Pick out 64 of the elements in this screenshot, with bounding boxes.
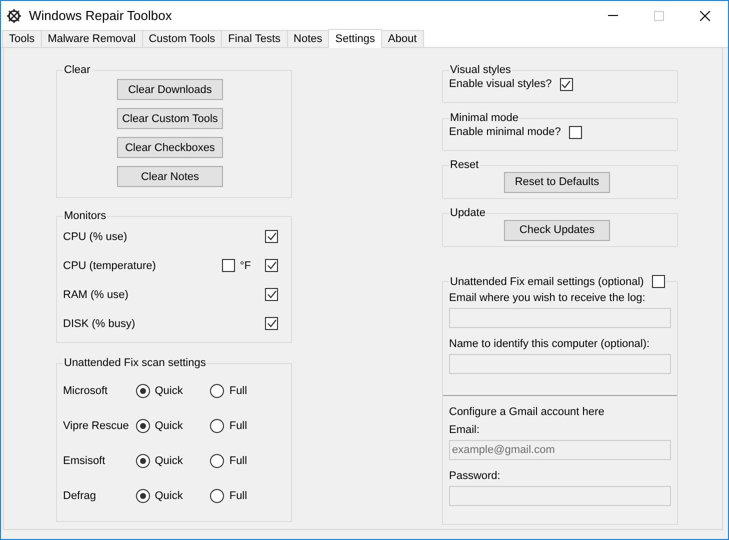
tab[interactable]: Malware Removal bbox=[40, 30, 143, 47]
scanner-label: Microsoft bbox=[63, 384, 109, 396]
enable-checkbox[interactable] bbox=[652, 275, 665, 288]
reset-button[interactable]: Reset to Defaults bbox=[504, 172, 610, 192]
window-title: Windows Repair Toolbox bbox=[29, 8, 173, 23]
clear-button[interactable]: Clear Checkboxes bbox=[117, 137, 223, 158]
group-title: Clear bbox=[63, 64, 92, 76]
group-title: Unattended Fix email settings (optional) bbox=[450, 276, 644, 288]
tab[interactable]: Notes bbox=[286, 30, 330, 47]
radio-button[interactable] bbox=[210, 454, 224, 468]
tab[interactable]: Final Tests bbox=[221, 30, 288, 47]
monitor-label: CPU (% use) bbox=[63, 230, 128, 242]
clear-button[interactable]: Clear Downloads bbox=[117, 79, 223, 100]
radio-label: Quick bbox=[154, 490, 183, 502]
field-label: Email: bbox=[449, 424, 480, 436]
radio-label: Quick bbox=[154, 420, 183, 432]
close-icon[interactable] bbox=[700, 10, 710, 20]
check-updates-button[interactable]: Check Updates bbox=[504, 220, 610, 240]
radio-label: Full bbox=[229, 490, 248, 502]
radio-button[interactable] bbox=[136, 418, 150, 432]
monitor-label: CPU (temperature) bbox=[63, 260, 156, 272]
field-label: Name to identify this computer (optional): bbox=[449, 338, 650, 350]
group-title: Minimal mode bbox=[449, 112, 520, 124]
group-title: Reset bbox=[449, 159, 480, 171]
radio-label: Quick bbox=[154, 384, 183, 396]
field-label: Password: bbox=[449, 470, 500, 482]
scanner-label: Defrag bbox=[63, 490, 98, 502]
radio-button[interactable] bbox=[136, 384, 150, 398]
monitor-label: RAM (% use) bbox=[63, 288, 128, 300]
monitor-checkbox[interactable] bbox=[265, 317, 278, 330]
option-checkbox[interactable] bbox=[568, 126, 582, 138]
radio-label: Full bbox=[229, 420, 248, 432]
clear-button[interactable]: Clear Custom Tools bbox=[117, 108, 223, 129]
radio-button[interactable] bbox=[136, 488, 150, 502]
option-label: Enable visual styles? bbox=[449, 78, 552, 90]
monitor-checkbox[interactable] bbox=[265, 230, 278, 243]
section-heading: Configure a Gmail account here bbox=[449, 406, 606, 418]
monitor-label: DISK (% busy) bbox=[63, 318, 136, 330]
radio-button[interactable] bbox=[136, 454, 150, 468]
monitor-checkbox[interactable] bbox=[265, 288, 278, 301]
monitor-checkbox[interactable] bbox=[265, 259, 278, 272]
radio-label: Full bbox=[229, 454, 248, 466]
gear-icon bbox=[6, 8, 22, 24]
tab[interactable]: Settings bbox=[328, 29, 382, 48]
unit-label: °F bbox=[240, 260, 251, 272]
group-title: Update bbox=[449, 207, 486, 219]
group-title: Visual styles bbox=[449, 64, 512, 76]
option-checkbox[interactable] bbox=[560, 78, 573, 90]
clear-button[interactable]: Clear Notes bbox=[117, 166, 223, 187]
group-title: Unattended Fix scan settings bbox=[63, 357, 207, 369]
scanner-label: Vipre Rescue bbox=[63, 420, 130, 432]
radio-label: Quick bbox=[154, 454, 183, 466]
tab[interactable]: About bbox=[381, 30, 424, 47]
radio-label: Full bbox=[229, 384, 248, 396]
group-title: Monitors bbox=[63, 210, 108, 222]
scanner-label: Emsisoft bbox=[63, 454, 106, 466]
field-label: Email where you wish to receive the log: bbox=[449, 292, 646, 304]
radio-button[interactable] bbox=[210, 418, 224, 432]
fahrenheit-checkbox[interactable] bbox=[222, 259, 235, 272]
radio-button[interactable] bbox=[210, 488, 224, 502]
radio-button[interactable] bbox=[210, 384, 224, 398]
tab[interactable]: Custom Tools bbox=[142, 30, 222, 47]
tab[interactable]: Tools bbox=[2, 30, 42, 47]
option-label: Enable minimal mode? bbox=[449, 126, 561, 138]
